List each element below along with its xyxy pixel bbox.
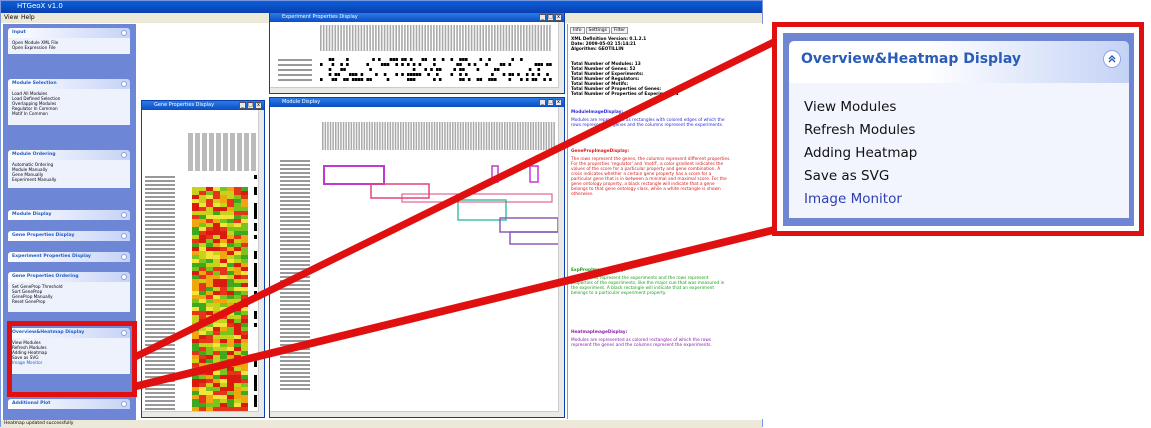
collapse-chevron-icon[interactable] bbox=[1103, 50, 1121, 68]
image-monitor-link[interactable]: Image Monitor bbox=[804, 188, 917, 211]
refresh-modules-link[interactable]: Refresh Modules bbox=[804, 119, 917, 142]
view-modules-link[interactable]: View Modules bbox=[804, 96, 917, 119]
save-as-svg-link[interactable]: Save as SVG bbox=[804, 165, 917, 188]
adding-heatmap-link[interactable]: Adding Heatmap bbox=[804, 142, 917, 165]
callout-task-list: View Modules Refresh Modules Adding Heat… bbox=[804, 96, 917, 211]
callout-title: Overview&Heatmap Display bbox=[801, 51, 1021, 67]
